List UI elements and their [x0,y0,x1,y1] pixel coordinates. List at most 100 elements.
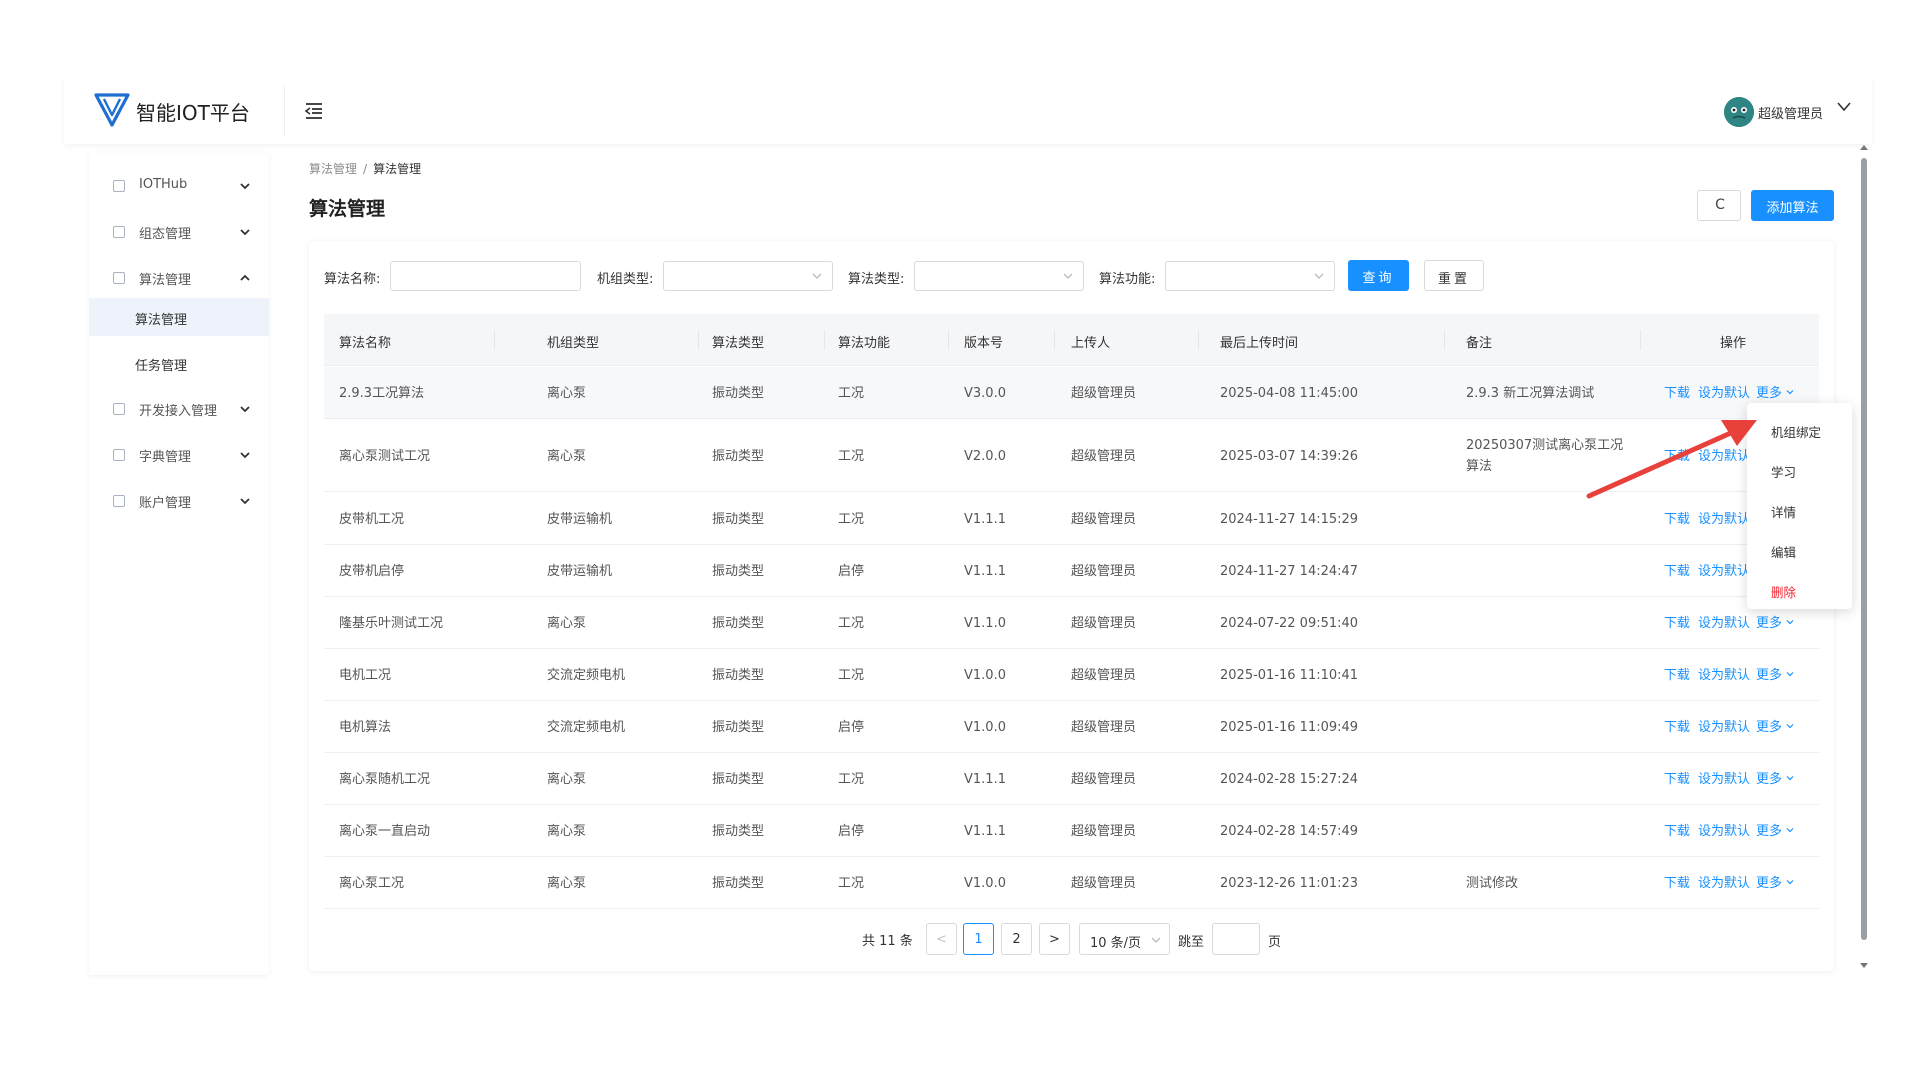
menu-item-unit-binding[interactable]: 机组绑定 [1747,411,1852,449]
unit-type-select[interactable] [663,261,833,291]
more-actions-link[interactable]: 更多 [1756,383,1794,404]
menu-item-label: 机组绑定 [1771,425,1822,440]
pagination-page-2[interactable]: 2 [1001,923,1032,955]
sidebar-item-label: 算法管理 [139,273,192,288]
algorithm-name-input[interactable] [390,261,581,291]
set-default-link[interactable]: 设为默认 [1698,383,1750,404]
sidebar-subitem-algorithm-management[interactable]: 算法管理 [89,298,269,336]
jump-page-input[interactable] [1212,923,1260,955]
menu-item-delete[interactable]: 删除 [1747,571,1852,609]
download-link[interactable]: 下载 [1664,613,1690,634]
cell-time: 2024-11-27 14:24:47 [1220,563,1359,579]
prev-icon: < [936,932,947,947]
scrollbar-thumb[interactable] [1861,158,1867,940]
cell-name: 离心泵测试工况 [339,448,431,464]
cell-function: 工况 [838,875,865,891]
refresh-button[interactable]: C [1697,190,1741,221]
cell-uploader: 超级管理员 [1071,385,1137,401]
cell-time: 2023-12-26 11:01:23 [1220,875,1359,891]
breadcrumb-separator: / [363,162,368,176]
menu-item-edit[interactable]: 编辑 [1747,531,1852,569]
query-button[interactable]: 查询 [1348,260,1409,291]
set-default-link[interactable]: 设为默认 [1698,561,1750,582]
set-default-link[interactable]: 设为默认 [1698,873,1750,894]
sidebar-item-dictionary[interactable]: 字典管理 [89,436,269,474]
more-actions-dropdown: 机组绑定 学习 详情 编辑 删除 [1747,403,1852,609]
set-default-link[interactable]: 设为默认 [1698,613,1750,634]
filter-algo-type-label: 算法类型: [848,272,905,287]
reset-button[interactable]: 重置 [1424,260,1484,291]
sidebar-item-scada[interactable]: 组态管理 [89,213,269,251]
pagination-page-1[interactable]: 1 [963,923,994,955]
pagination-next-button[interactable]: > [1039,923,1070,955]
cell-version: V1.1.1 [964,771,1006,787]
cell-uploader: 超级管理员 [1071,875,1137,891]
v-logo-icon [94,93,130,127]
download-link[interactable]: 下载 [1664,769,1690,790]
set-default-link[interactable]: 设为默认 [1698,717,1750,738]
pagination-prev-button[interactable]: < [926,923,957,955]
menu-item-learn[interactable]: 学习 [1747,451,1852,489]
cell-uploader: 超级管理员 [1071,771,1137,787]
cell-algo-type: 振动类型 [712,511,765,527]
download-link[interactable]: 下载 [1664,821,1690,842]
cell-algo-type: 振动类型 [712,771,765,787]
algorithm-function-select[interactable] [1165,261,1335,291]
set-default-link[interactable]: 设为默认 [1698,821,1750,842]
chevron-down-icon [1151,937,1161,943]
column-divider [1198,330,1199,350]
more-actions-link[interactable]: 更多 [1756,769,1794,790]
algorithm-type-select[interactable] [914,261,1084,291]
column-header: 最后上传时间 [1220,336,1299,351]
app-root: 智能IOT平台 超级管理员 IOTHub 组态管理 算法管理 算法管理 任务管理… [0,0,1920,1080]
menu-item-label: 详情 [1771,505,1797,520]
download-link[interactable]: 下载 [1664,383,1690,404]
cell-algo-type: 振动类型 [712,615,765,631]
scroll-down-icon[interactable] [1859,962,1869,970]
chevron-down-icon [240,498,250,505]
download-link[interactable]: 下载 [1664,665,1690,686]
more-label: 更多 [1756,719,1783,735]
cell-time: 2025-01-16 11:09:49 [1220,719,1359,735]
sidebar-item-dev-access[interactable]: 开发接入管理 [89,390,269,428]
cell-unit-type: 交流定频电机 [547,667,626,683]
more-label: 更多 [1756,667,1783,683]
download-link[interactable]: 下载 [1664,561,1690,582]
cell-name: 电机算法 [339,719,392,735]
user-avatar[interactable] [1724,97,1754,127]
user-name[interactable]: 超级管理员 [1758,103,1823,122]
menu-fold-icon[interactable] [304,102,324,120]
download-link[interactable]: 下载 [1664,873,1690,894]
app-title: 智能IOT平台 [136,101,250,125]
menu-item-details[interactable]: 详情 [1747,491,1852,529]
cell-name: 电机工况 [339,667,392,683]
more-actions-link[interactable]: 更多 [1756,873,1794,894]
sidebar-item-algorithm[interactable]: 算法管理 [89,259,269,297]
cell-unit-type: 离心泵 [547,771,587,787]
account-icon [113,495,125,507]
download-link[interactable]: 下载 [1664,717,1690,738]
more-actions-link[interactable]: 更多 [1756,613,1794,634]
chevron-down-icon [1786,879,1794,884]
page-size-select[interactable]: 10 条/页 [1079,923,1170,955]
query-label: 查询 [1362,271,1395,286]
set-default-link[interactable]: 设为默认 [1698,769,1750,790]
cell-unit-type: 离心泵 [547,823,587,839]
sidebar-subitem-task-management[interactable]: 任务管理 [89,344,269,382]
more-actions-link[interactable]: 更多 [1756,665,1794,686]
cell-algo-type: 振动类型 [712,563,765,579]
more-actions-link[interactable]: 更多 [1756,821,1794,842]
set-default-link[interactable]: 设为默认 [1698,509,1750,530]
sidebar-item-iothub[interactable]: IOTHub [89,167,269,205]
download-link[interactable]: 下载 [1664,509,1690,530]
sidebar-item-account[interactable]: 账户管理 [89,482,269,520]
cell-unit-type: 离心泵 [547,875,587,891]
cell-version: V1.0.0 [964,875,1006,891]
breadcrumb-parent[interactable]: 算法管理 [309,162,357,176]
cell-version: V1.0.0 [964,719,1006,735]
set-default-link[interactable]: 设为默认 [1698,665,1750,686]
add-algorithm-button[interactable]: 添加算法 [1751,190,1834,221]
more-label: 更多 [1756,771,1783,787]
more-actions-link[interactable]: 更多 [1756,717,1794,738]
chevron-down-icon[interactable] [1837,100,1851,114]
